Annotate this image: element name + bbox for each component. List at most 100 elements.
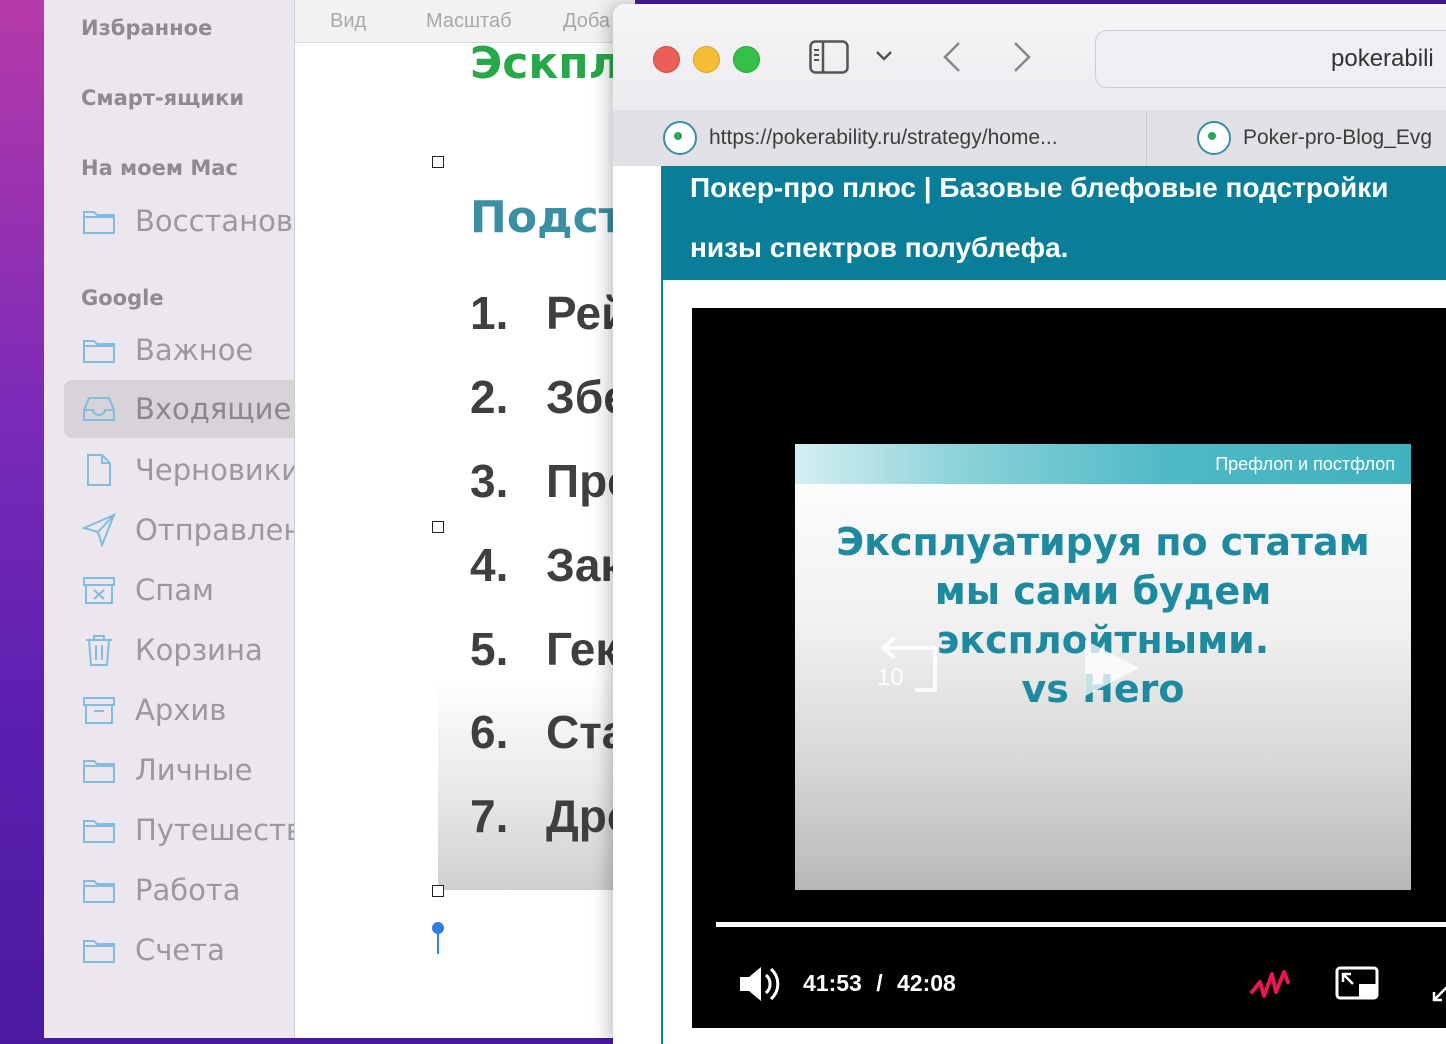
desktop-wallpaper (0, 0, 44, 1038)
site-favicon-icon (663, 121, 697, 155)
section-smart-mailboxes: Смарт-ящики (81, 86, 245, 110)
doc-list-item: 5. Гек (470, 623, 619, 675)
tab-label: Poker-pro-Blog_Evg (1243, 126, 1433, 149)
volume-icon[interactable] (738, 964, 782, 1004)
sidebar-item-personal[interactable]: Личные (64, 741, 294, 799)
doc-list-item: 3. Про (470, 455, 636, 507)
doc-list-item: 7. Дро (470, 790, 635, 842)
section-on-my-mac: На моем Mac (81, 156, 238, 180)
browser-toolbar: pokerabili (613, 4, 1446, 111)
sidebar-item-work[interactable]: Работа (64, 861, 294, 919)
doc-title: Эскпл (470, 38, 621, 89)
web-page: Покер-про плюс | Базовые блефовые подстр… (613, 166, 1446, 1044)
menu-add[interactable]: Доба (563, 10, 610, 33)
doc-list-item: 1. Рей (470, 287, 630, 339)
send-icon (79, 510, 119, 550)
inbox-icon (79, 389, 119, 429)
forward-arrow-icon[interactable] (1011, 40, 1033, 74)
sidebar-item-inbox[interactable]: Входящие (64, 380, 294, 438)
sidebar-item-label: Спам (135, 573, 214, 607)
resize-handle[interactable] (432, 885, 444, 897)
folder-icon (79, 930, 119, 970)
video-progress-fill (716, 922, 1446, 927)
video-progress-bar[interactable] (716, 922, 1446, 927)
folder-icon (79, 330, 119, 370)
sidebar-item-bills[interactable]: Счета (64, 921, 294, 979)
page-title-line2: низы спектров полублефа. (690, 232, 1069, 263)
address-bar-text: pokerabili (1331, 45, 1434, 72)
sidebar-toggle-icon[interactable] (809, 40, 849, 74)
doc-list-item: 6. Ста (470, 706, 628, 758)
browser-window: pokerabili https://pokerability.ru/strat… (613, 4, 1446, 1044)
sidebar-item-label: Важное (135, 333, 254, 367)
sidebar-item-restored[interactable]: Восстановл (64, 192, 294, 250)
menu-zoom[interactable]: Масштаб (426, 10, 512, 33)
sidebar-item-label: Отправлен (135, 513, 294, 547)
draft-icon (79, 450, 119, 490)
trash-icon (79, 630, 119, 670)
play-icon[interactable] (1079, 636, 1143, 700)
doc-menubar: Вид Масштаб Доба (295, 0, 635, 43)
video-player[interactable]: Префлоп и постфлоп Эксплуатируя по стата… (692, 308, 1446, 1028)
video-frame: Префлоп и постфлоп Эксплуатируя по стата… (795, 444, 1411, 890)
document-window: Вид Масштаб Доба Эскпл Подст 1. Рей 2. Збе… (294, 0, 635, 1038)
sidebar-item-label: Входящие (135, 392, 292, 426)
duration: 42:08 (897, 970, 956, 996)
menu-view[interactable]: Вид (330, 10, 366, 33)
minimize-window-button[interactable] (693, 46, 720, 73)
doc-list-item: 2. Збе (470, 371, 629, 423)
spam-icon (79, 570, 119, 610)
doc-subtitle: Подст (470, 192, 625, 243)
sidebar-item-archive[interactable]: Архив (64, 681, 294, 739)
rewind-seconds-label: 10 (877, 664, 904, 691)
folder-icon (79, 750, 119, 790)
rewind-10-button[interactable]: 10 (873, 632, 943, 692)
archive-icon (79, 690, 119, 730)
address-bar[interactable]: pokerabili (1095, 30, 1446, 88)
sidebar-item-label: Восстановл (135, 204, 294, 238)
doc-list-item: 4. Зак (470, 539, 624, 591)
site-favicon-icon (1197, 121, 1231, 155)
tab-bar: https://pokerability.ru/strategy/home...… (613, 110, 1446, 167)
sidebar-item-label: Путешеств (135, 813, 294, 847)
sidebar-item-travel[interactable]: Путешеств (64, 801, 294, 859)
sidebar-item-drafts[interactable]: Черновики (64, 441, 294, 499)
sidebar-item-label: Корзина (135, 633, 263, 667)
resize-handle[interactable] (432, 521, 444, 533)
back-arrow-icon[interactable] (941, 40, 963, 74)
resize-handle[interactable] (432, 156, 444, 168)
section-google: Google (81, 286, 164, 310)
sidebar-item-label: Черновики (135, 453, 294, 487)
sidebar-item-label: Архив (135, 693, 227, 727)
section-favorites: Избранное (81, 16, 213, 40)
sidebar-item-trash[interactable]: Корзина (64, 621, 294, 679)
folder-icon (79, 810, 119, 850)
tab-pokerability[interactable]: https://pokerability.ru/strategy/home... (663, 110, 1058, 166)
zoom-window-button[interactable] (733, 46, 760, 73)
chevron-down-icon[interactable] (875, 50, 893, 62)
tab-separator (1146, 110, 1147, 166)
brand-logo-icon[interactable] (1248, 964, 1292, 1008)
pin-marker-icon[interactable] (430, 920, 446, 956)
folder-icon (79, 870, 119, 910)
sidebar-item-sent[interactable]: Отправлен (64, 501, 294, 559)
page-title-line1: Покер-про плюс | Базовые блефовые подстр… (690, 172, 1389, 203)
sidebar-item-important[interactable]: Важное (64, 321, 294, 379)
picture-in-picture-icon[interactable] (1335, 966, 1381, 1002)
close-window-button[interactable] (653, 46, 680, 73)
tab-label: https://pokerability.ru/strategy/home... (709, 126, 1058, 149)
sidebar-item-label: Работа (135, 873, 241, 907)
folder-icon (79, 201, 119, 241)
sidebar-item-label: Личные (135, 753, 253, 787)
video-time: 41:53 / 42:08 (803, 970, 956, 996)
current-time: 41:53 (803, 970, 862, 996)
slide-header-bar: Префлоп и постфлоп (795, 444, 1411, 484)
slide-header-text: Префлоп и постфлоп (1215, 454, 1395, 474)
sidebar-item-label: Счета (135, 933, 225, 967)
tab-poker-pro-blog[interactable]: Poker-pro-Blog_Evg (1197, 110, 1432, 166)
content-border (661, 166, 663, 1044)
exit-fullscreen-icon[interactable] (1430, 984, 1446, 1004)
mail-sidebar: Избранное Смарт-ящики На моем Mac Восста… (44, 0, 294, 1038)
page-title-banner: Покер-про плюс | Базовые блефовые подстр… (662, 166, 1446, 280)
sidebar-item-spam[interactable]: Спам (64, 561, 294, 619)
